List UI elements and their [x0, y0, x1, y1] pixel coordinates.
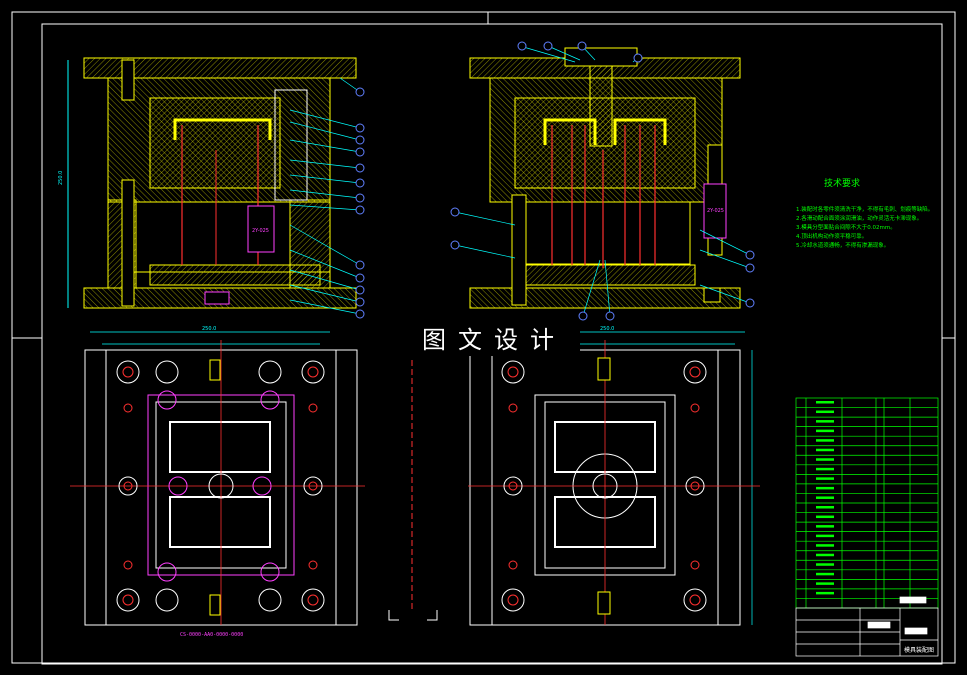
section-view-right: 2Y-025 [450, 41, 755, 321]
bom-cell-text [816, 534, 834, 538]
dimension-top-left: 250.0 [202, 326, 216, 332]
dimension-top-right: 250.0 [600, 326, 614, 332]
bom-cell-text [816, 582, 834, 585]
bom-cell-text [816, 448, 834, 452]
bom-cell-text [816, 544, 834, 547]
slide-callout-left: 2Y-025 [252, 228, 269, 234]
tech-requirement-line: 1.装配时各零件须清洗干净，不得有毛刺、划痕等缺陷。 [796, 207, 934, 213]
bom-cell-text [816, 467, 834, 471]
bom-cell-text [816, 429, 834, 433]
watermark-text: 图文设计 [408, 324, 580, 356]
bom-cell-text [816, 439, 834, 442]
bom-cell-text [816, 525, 834, 528]
bom-cell-text [816, 410, 834, 414]
center-marks [388, 360, 438, 621]
drawing-title: 模具装配图 [904, 647, 935, 654]
bom-cell-text [816, 563, 834, 566]
slide-callout-right: 2Y-025 [707, 208, 724, 214]
tech-requirement-line: 2.各滑动配合面须涂润滑油，动作灵活无卡滞现象。 [796, 216, 923, 222]
bom-cell-text [816, 591, 834, 595]
plan-view-right: 250.0 [468, 326, 760, 626]
tech-requirement-line: 4.顶出机构动作须平稳可靠。 [796, 234, 868, 240]
bom-cell-text [816, 486, 834, 490]
part-number-label: CS-0000-AA0-0000-0000 [180, 632, 243, 638]
bom-table [795, 397, 939, 609]
section-view-left: 2Y-025 250.0 [58, 57, 365, 319]
tech-requirement-line: 5.冷却水道须通畅，不得有渗漏现象。 [796, 243, 890, 249]
plan-view-left: 250.0 CS-0000-AA0-0000-0000 [70, 326, 365, 638]
bom-cell-text [816, 506, 834, 509]
bom-cell-text [816, 420, 834, 423]
bom-cell-text [816, 477, 834, 480]
bom-cell-text [816, 496, 834, 499]
tech-requirements-list: 1.装配时各零件须清洗干净，不得有毛刺、划痕等缺陷。 2.各滑动配合面须涂润滑油… [796, 206, 946, 251]
bom-cell-text [816, 401, 834, 404]
dimension-side: 250.0 [58, 171, 64, 185]
tech-requirements-title: 技术要求 [824, 179, 861, 189]
bom-cell-text [816, 515, 834, 519]
bom-cell-text [816, 458, 834, 461]
bom-cell-text [816, 553, 834, 557]
bom-cell-text [816, 572, 834, 576]
tech-requirement-line: 3.模具分型面贴合间隙不大于0.02mm。 [796, 225, 896, 231]
